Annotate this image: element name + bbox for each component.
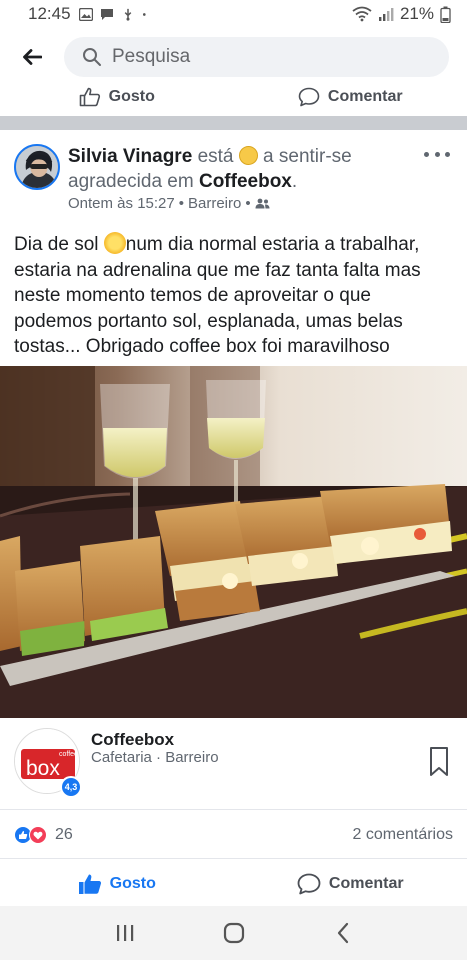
back-nav-button[interactable] — [323, 913, 363, 953]
more-dot — [445, 151, 450, 157]
save-button[interactable] — [426, 746, 452, 778]
previous-comment-button[interactable]: Comentar — [234, 78, 467, 116]
post-photo[interactable] — [0, 366, 467, 718]
recent-apps-button[interactable] — [105, 913, 145, 953]
previous-comment-label: Comentar — [327, 88, 403, 105]
search-placeholder: Pesquisa — [112, 46, 191, 67]
feed-divider — [0, 116, 467, 130]
post-header: Silvia Vinagre está a sentir-se agradeci… — [68, 144, 418, 194]
dot-icon — [142, 12, 146, 16]
signal-icon — [378, 7, 394, 21]
feeling-prefix: está — [197, 146, 234, 167]
comment-icon — [297, 873, 321, 894]
comment-button[interactable]: Comentar — [234, 859, 467, 908]
love-reaction-icon — [29, 826, 47, 844]
post-actions: Gosto Comentar — [0, 858, 467, 908]
photo-sandwiches-wine — [0, 366, 467, 718]
previous-like-button[interactable]: Gosto — [0, 78, 234, 116]
avatar-photo — [16, 146, 58, 188]
reactions-summary: 26 2 comentários — [0, 818, 467, 852]
comment-label: Comentar — [328, 874, 404, 892]
back-arrow-icon — [23, 49, 42, 65]
reaction-count[interactable]: 26 — [55, 826, 73, 844]
reaction-icons[interactable] — [14, 826, 47, 844]
meta-separator: • — [178, 195, 184, 212]
post-time[interactable]: Ontem às 15:27 — [68, 195, 175, 212]
search-icon — [83, 48, 101, 66]
usb-icon — [124, 8, 131, 21]
more-options-button[interactable] — [424, 144, 450, 164]
more-dot — [424, 151, 429, 157]
previous-post-actions: Gosto Comentar — [0, 78, 467, 116]
wifi-icon — [352, 6, 372, 22]
smiling-face-icon — [238, 146, 258, 165]
like-outline-icon — [79, 87, 100, 107]
friends-icon — [255, 198, 270, 209]
meta-separator-2: • — [245, 195, 251, 212]
sun-emoji-icon — [103, 232, 126, 254]
more-dot — [434, 151, 440, 157]
place-card[interactable]: coffee box 4,3 Coffeebox Cafetaria · Bar… — [0, 718, 467, 810]
status-bar: 12:45 21% — [0, 0, 467, 28]
author-name[interactable]: Silvia Vinagre — [68, 146, 192, 167]
home-icon — [223, 922, 244, 944]
like-label: Gosto — [109, 874, 156, 892]
location-suffix: . — [291, 171, 298, 192]
back-chevron-icon — [337, 922, 348, 944]
post-text-part1: Dia de sol — [14, 234, 104, 255]
battery-icon — [440, 6, 451, 23]
status-time: 12:45 — [28, 4, 71, 23]
search-input[interactable]: Pesquisa — [64, 37, 449, 77]
previous-like-label: Gosto — [108, 88, 155, 105]
logo-small-text: coffee — [59, 751, 78, 758]
location-link[interactable]: Coffeebox — [199, 171, 292, 192]
avatar[interactable] — [14, 144, 60, 190]
comments-count[interactable]: 2 comentários — [353, 826, 454, 844]
like-filled-icon — [78, 874, 101, 894]
like-button[interactable]: Gosto — [0, 859, 234, 908]
rating-badge: 4,3 — [60, 776, 82, 798]
recent-apps-icon — [116, 925, 133, 941]
message-icon — [100, 8, 113, 20]
bookmark-icon — [430, 747, 448, 776]
place-category: Cafetaria · Barreiro — [91, 749, 219, 766]
post-meta: Ontem às 15:27 • Barreiro • — [68, 195, 270, 212]
place-name[interactable]: Coffeebox — [91, 730, 174, 750]
logo-main-text: box — [26, 757, 60, 780]
system-nav-bar — [0, 906, 467, 960]
post-text: Dia de sol num dia normal estaria a trab… — [14, 232, 454, 360]
home-button[interactable] — [214, 913, 254, 953]
battery-percent: 21% — [399, 4, 434, 23]
post-place: Barreiro — [188, 195, 242, 212]
comment-outline-icon — [298, 87, 320, 107]
gallery-icon — [78, 7, 93, 21]
